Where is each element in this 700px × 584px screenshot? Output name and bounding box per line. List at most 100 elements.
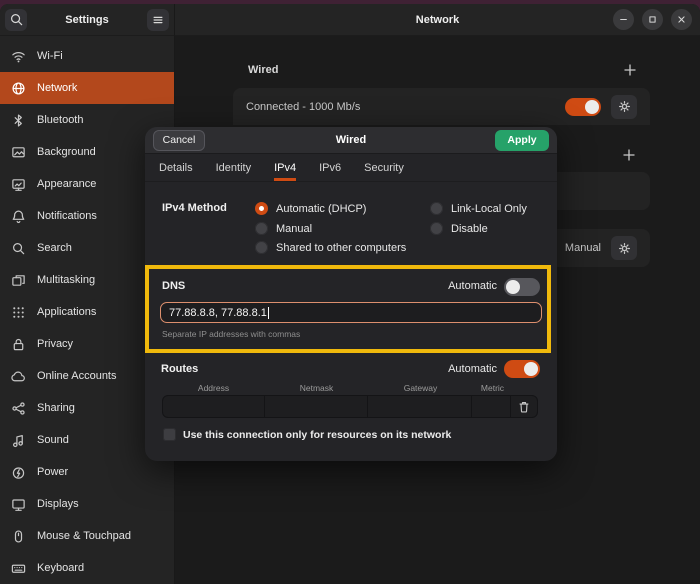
radio-option-link-local-only[interactable]: Link-Local Only: [430, 202, 527, 215]
hamburger-menu-icon: [151, 13, 165, 27]
sidebar-item-label: Keyboard: [37, 562, 84, 574]
only-this-network-checkbox[interactable]: [163, 428, 176, 441]
routes-automatic-toggle[interactable]: [504, 360, 540, 378]
add-vpn-button[interactable]: [620, 146, 638, 164]
wired-settings-dialog: Cancel Wired Apply DetailsIdentityIPv4IP…: [145, 127, 557, 461]
radio-option-shared-to-other-computers[interactable]: Shared to other computers: [255, 241, 406, 254]
radio-icon: [430, 222, 443, 235]
radio-option-disable[interactable]: Disable: [430, 222, 488, 235]
privacy-icon: [11, 337, 26, 352]
sidebar-item-label: Applications: [37, 306, 96, 318]
routes-column-header-netmask: Netmask: [265, 383, 368, 393]
power-icon: [11, 465, 26, 480]
plus-icon: [622, 62, 638, 78]
screen: Settings Network Wi-FiNetworkBluetoothB: [0, 0, 700, 584]
sidebar-item-displays[interactable]: Displays: [0, 488, 174, 520]
displays-icon: [11, 497, 26, 512]
mouse-icon: [11, 529, 26, 544]
sidebar-item-wi-fi[interactable]: Wi-Fi: [0, 40, 174, 72]
multitasking-icon: [11, 273, 26, 288]
proxy-value-label: Manual: [565, 242, 601, 254]
toggle-knob: [506, 280, 520, 294]
close-icon: [675, 13, 688, 26]
menu-button[interactable]: [147, 9, 169, 31]
dns-automatic-toggle[interactable]: [504, 278, 540, 296]
dns-input-value: 77.88.8.8, 77.88.8.1: [169, 307, 267, 319]
radio-label: Link-Local Only: [451, 203, 527, 215]
main-headerbar: Network: [175, 4, 700, 36]
minimize-icon: [617, 13, 630, 26]
routes-input-gateway[interactable]: [368, 396, 472, 417]
minimize-button[interactable]: [613, 9, 634, 30]
radio-icon: [255, 222, 268, 235]
sidebar-item-label: Sound: [37, 434, 69, 446]
tab-ipv6[interactable]: IPv6: [319, 154, 341, 181]
wired-connection-row[interactable]: Connected - 1000 Mb/s: [233, 88, 650, 125]
plus-icon: [621, 147, 637, 163]
gear-icon: [617, 241, 632, 256]
sidebar-item-keyboard[interactable]: Keyboard: [0, 552, 174, 584]
tab-identity[interactable]: Identity: [216, 154, 251, 181]
tab-ipv4[interactable]: IPv4: [274, 154, 296, 181]
sidebar-item-label: Bluetooth: [37, 114, 83, 126]
search-button[interactable]: [5, 9, 27, 31]
routes-column-header-address: Address: [162, 383, 265, 393]
applications-icon: [11, 305, 26, 320]
maximize-button[interactable]: [642, 9, 663, 30]
wired-connection-toggle[interactable]: [565, 98, 601, 116]
sidebar-item-network[interactable]: Network: [0, 72, 174, 104]
tab-security[interactable]: Security: [364, 154, 404, 181]
toggle-knob: [585, 100, 599, 114]
sidebar-item-label: Appearance: [37, 178, 96, 190]
sound-icon: [11, 433, 26, 448]
appearance-icon: [11, 177, 26, 192]
cancel-button[interactable]: Cancel: [153, 130, 205, 151]
proxy-settings-button[interactable]: [611, 236, 637, 260]
notifications-icon: [11, 209, 26, 224]
radio-option-manual[interactable]: Manual: [255, 222, 312, 235]
ipv4-method-label: IPv4 Method: [162, 202, 227, 214]
text-caret: [268, 307, 269, 319]
close-button[interactable]: [671, 9, 692, 30]
sidebar-item-label: Privacy: [37, 338, 73, 350]
sidebar-item-label: Displays: [37, 498, 79, 510]
only-this-network-label: Use this connection only for resources o…: [183, 429, 451, 441]
sidebar-item-label: Mouse & Touchpad: [37, 530, 131, 542]
dns-input[interactable]: 77.88.8.8, 77.88.8.1: [160, 302, 542, 323]
radio-icon: [430, 202, 443, 215]
routes-label: Routes: [161, 363, 198, 375]
background-icon: [11, 145, 26, 160]
routes-input-address[interactable]: [163, 396, 265, 417]
dialog-body: IPv4 Method Automatic (DHCP) Manual Shared…: [145, 182, 557, 461]
app-title: Settings: [65, 14, 108, 26]
add-wired-connection-button[interactable]: [621, 61, 639, 79]
routes-input-netmask[interactable]: [265, 396, 367, 417]
routes-column-header-metric: Metric: [473, 383, 512, 393]
page-title: Network: [416, 14, 459, 26]
radio-icon: [255, 241, 268, 254]
routes-input-metric[interactable]: [472, 396, 511, 417]
tab-details[interactable]: Details: [159, 154, 193, 181]
radio-icon: [255, 202, 268, 215]
gear-icon: [617, 99, 632, 114]
keyboard-icon: [11, 561, 26, 576]
sidebar-item-label: Search: [37, 242, 72, 254]
routes-table-row: [162, 395, 538, 418]
routes-table-headers: AddressNetmaskGatewayMetric: [162, 383, 512, 393]
sidebar-item-label: Power: [37, 466, 68, 478]
apply-button[interactable]: Apply: [495, 130, 549, 151]
window-controls: [613, 4, 692, 35]
toggle-knob: [524, 362, 538, 376]
sidebar-item-label: Multitasking: [37, 274, 95, 286]
sidebar-item-label: Online Accounts: [37, 370, 117, 382]
radio-label: Manual: [276, 223, 312, 235]
cloud-icon: [11, 369, 26, 384]
delete-route-button[interactable]: [511, 396, 537, 417]
sidebar-item-mouse-touchpad[interactable]: Mouse & Touchpad: [0, 520, 174, 552]
sidebar-item-label: Wi-Fi: [37, 50, 63, 62]
sidebar-item-label: Sharing: [37, 402, 75, 414]
wired-settings-button[interactable]: [611, 95, 637, 119]
search-icon: [11, 241, 26, 256]
radio-option-automatic-dhcp[interactable]: Automatic (DHCP): [255, 202, 366, 215]
sidebar-item-label: Notifications: [37, 210, 97, 222]
